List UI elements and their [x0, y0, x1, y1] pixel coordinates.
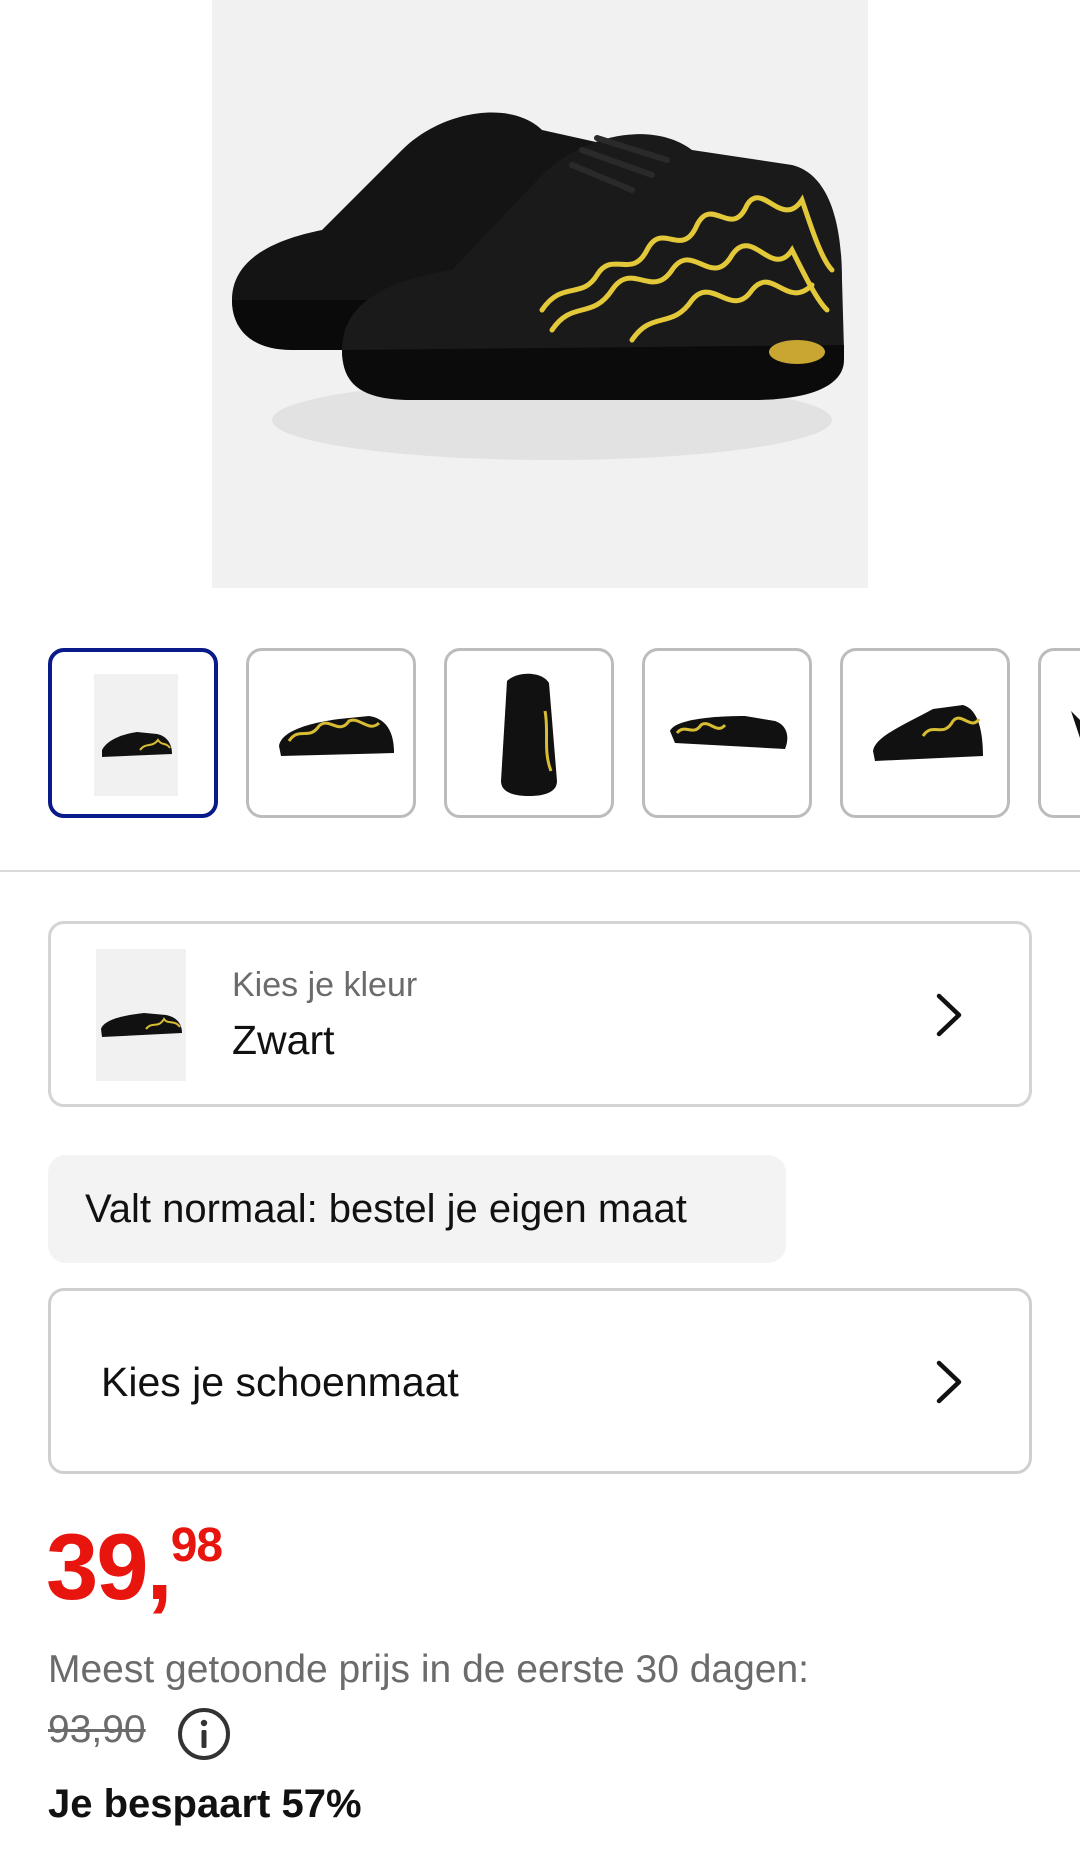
thumbnail-5[interactable]	[840, 648, 1010, 818]
thumbnail-image	[94, 674, 178, 796]
thumbnail-strip[interactable]	[0, 648, 1080, 824]
color-label: Kies je kleur	[232, 966, 418, 1004]
thumbnail-4[interactable]	[642, 648, 812, 818]
thumbnail-image	[1071, 711, 1080, 738]
chevron-right-icon	[936, 1360, 962, 1404]
reference-price-label: Meest getoonde prijs in de eerste 30 dag…	[48, 1648, 810, 1691]
color-value: Zwart	[232, 1017, 335, 1063]
fit-advice-badge: Valt normaal: bestel je eigen maat	[48, 1155, 786, 1263]
thumbnail-6-partial[interactable]	[1038, 648, 1080, 818]
thumbnail-image	[501, 673, 557, 796]
size-selector[interactable]: Kies je schoenmaat	[48, 1288, 1032, 1474]
thumbnail-image	[670, 716, 788, 749]
chevron-right-icon	[936, 993, 962, 1037]
section-divider	[0, 870, 1080, 872]
size-label: Kies je schoenmaat	[101, 1359, 459, 1405]
price-cents: 98	[170, 1519, 223, 1572]
thumbnail-2[interactable]	[246, 648, 416, 818]
product-main-image[interactable]	[212, 0, 868, 588]
color-swatch-image	[96, 949, 186, 1081]
info-icon[interactable]	[176, 1706, 232, 1762]
old-price: 93,90	[48, 1708, 146, 1751]
color-selector[interactable]: Kies je kleur Zwart	[48, 921, 1032, 1107]
current-price: 39,98	[46, 1519, 223, 1614]
savings-text: Je bespaart 57%	[48, 1782, 362, 1826]
thumbnail-1[interactable]	[48, 648, 218, 818]
price-euros: 39,	[46, 1514, 173, 1619]
thumbnail-image	[873, 705, 983, 761]
sneaker-illustration	[232, 112, 844, 460]
thumbnail-3[interactable]	[444, 648, 614, 818]
thumbnail-image	[279, 716, 394, 756]
